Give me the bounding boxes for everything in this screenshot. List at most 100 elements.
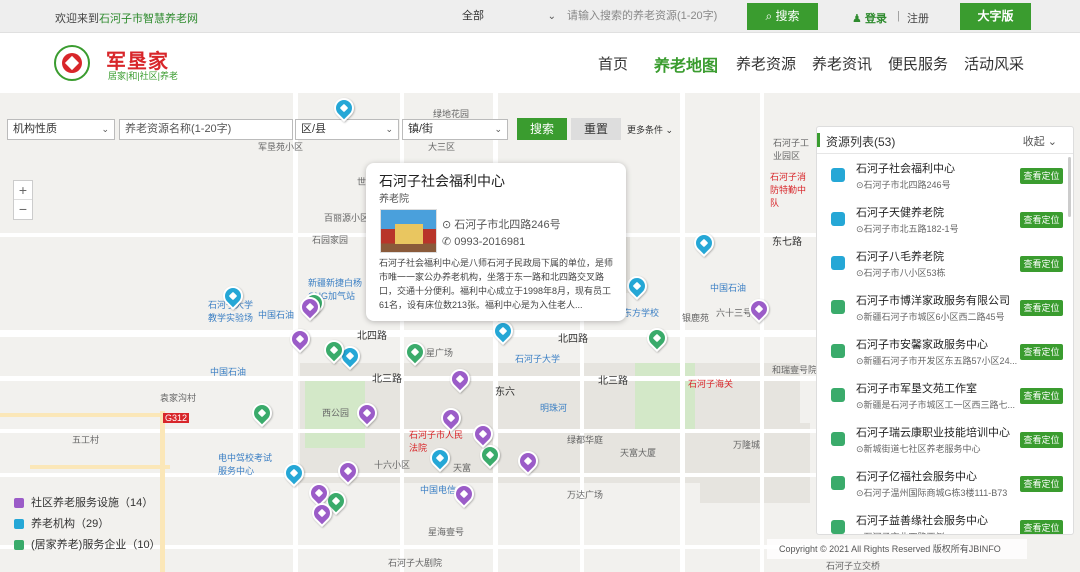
place-label: 星海壹号 [428,527,465,537]
place-label: 中国石油 [710,283,747,293]
zoom-in-button[interactable]: + [14,181,32,200]
nav-elderly-resources[interactable]: 养老资源 [736,53,796,74]
site-name-link[interactable]: 石河子市智慧养老网 [99,13,198,25]
title-accent [817,133,820,147]
resource-address: ⊙新城街道七社区养老服务中心 [856,442,1018,455]
resource-name[interactable]: 石河子市博洋家政服务有限公司 [856,292,1010,308]
locate-button[interactable]: 查看定位 [1020,300,1063,316]
place-label: 中国石油 [258,310,295,320]
chevron-down-icon: ⌄ [494,124,502,134]
road-label: 东七路 [772,237,802,248]
filter-reset-button[interactable]: 重置 [571,118,621,140]
district-filter-value: 区/县 [301,123,327,135]
locate-button[interactable]: 查看定位 [1020,476,1063,492]
home-care-company-marker[interactable] [247,398,277,428]
large-font-button[interactable]: 大字版 [960,3,1031,30]
legend-label: 养老机构（29） [31,518,110,530]
brand-subtitle: 居家|和|社区|养老 [108,71,179,81]
type-filter-value: 机构性质 [13,123,57,135]
resource-name-input[interactable]: 养老资源名称(1-20字) [119,119,293,140]
elderly-institution-marker[interactable] [329,93,359,123]
nav-activities[interactable]: 活动风采 [964,53,1024,74]
urban-area [700,423,810,503]
place-label: 军垦苑小区 [258,142,304,152]
highway-shield: G312 [163,413,190,423]
place-label: 石河子大剧院 [388,558,443,568]
highway [30,465,170,469]
street-filter-select[interactable]: 镇/街 ⌄ [402,119,508,140]
popup-phone-text: 0993-2016981 [454,236,526,248]
legend-item-institution[interactable]: 养老机构（29） [14,514,161,535]
resource-name[interactable]: 石河子八毛养老院 [856,248,944,264]
resource-name[interactable]: 石河子瑞云康职业技能培训中心 [856,424,1010,440]
resource-list-item[interactable]: 石河子瑞云康职业技能培训中心 ⊙新城街道七社区养老服务中心 查看定位 [817,418,1073,462]
place-label: 中国石油 [210,367,247,377]
place-label: 银鹿苑 [682,313,710,323]
popup-description: 石河子社会福利中心是八师石河子民政局下属的单位，是师市唯一一家公办养老机构，坐落… [379,258,614,310]
locate-button[interactable]: 查看定位 [1020,388,1063,404]
locate-button[interactable]: 查看定位 [1020,168,1063,184]
search-scope-select[interactable]: 全部 ⌄ [455,4,560,29]
more-conditions-toggle[interactable]: 更多条件 ⌄ [627,123,673,136]
type-filter-select[interactable]: 机构性质 ⌄ [7,119,115,140]
resource-list-item[interactable]: 石河子市博洋家政服务有限公司 ⊙新疆石河子市城区6小区西二路45号 查看定位 [817,286,1073,330]
top-search-input[interactable]: 请输入搜索的养老资源(1-20字) [560,4,746,29]
resource-list-item[interactable]: 石河子益善缘社会服务中心 ⊙石河子市北四路西侧查看定位 [817,506,1073,534]
legend-item-community[interactable]: 社区养老服务设施（14） [14,493,161,514]
resource-list-item[interactable]: 石河子八毛养老院 ⊙石河子市八小区53栋 查看定位 [817,242,1073,286]
nav-home[interactable]: 首页 [598,53,628,74]
legend-item-home-care[interactable]: (居家养老)服务企业（10） [14,535,161,556]
elderly-institution-icon [831,212,845,226]
nav-elderly-news[interactable]: 养老资讯 [812,53,872,74]
scrollbar[interactable] [1068,157,1071,217]
chevron-down-icon: ⌄ [1047,136,1057,148]
home-care-company-marker[interactable] [642,323,672,353]
resource-name[interactable]: 石河子市军垦文苑工作室 [856,380,977,396]
locate-button[interactable]: 查看定位 [1020,256,1063,272]
resource-name[interactable]: 石河子社会福利中心 [856,160,955,176]
login-label: 登录 [864,13,887,25]
resource-name[interactable]: 石河子亿福社会服务中心 [856,468,977,484]
nav-convenience-services[interactable]: 便民服务 [888,53,948,74]
resource-address: ⊙石河子市北五路182-1号 [856,222,1018,235]
register-link[interactable]: 注册 [907,10,929,26]
welcome-prefix: 欢迎来到 [55,13,99,25]
place-label: 袁家沟村 [160,393,197,403]
place-label: 万隆城 [733,440,761,450]
place-label: 石河子立交桥 [826,561,881,571]
collapse-toggle[interactable]: 收起 ⌄ [1023,133,1057,149]
district-filter-select[interactable]: 区/县 ⌄ [295,119,399,140]
resource-list-item[interactable]: 石河子市军垦文苑工作室 ⊙新疆是石河子市城区工一区西三路七... 查看定位 [817,374,1073,418]
location-pin-icon: ⊙ [856,356,864,366]
place-label: 石河子工业园区 [773,138,810,161]
place-label: 中国电信 [420,485,457,495]
resource-name[interactable]: 石河子天健养老院 [856,204,944,220]
location-pin-icon: ⊙ [856,400,864,410]
resource-name[interactable]: 石河子益善缘社会服务中心 [856,512,988,528]
locate-button[interactable]: 查看定位 [1020,344,1063,360]
popup-type: 养老院 [379,194,409,205]
top-search-button[interactable]: ⌕ 搜索 [747,3,818,30]
legend-label: 社区养老服务设施（14） [31,497,154,509]
home-care-company-marker[interactable] [400,337,430,367]
resource-address-text: 新疆是石河子市城区工一区西三路七... [863,400,1016,410]
zoom-out-button[interactable]: − [14,200,32,219]
resource-name[interactable]: 石河子市安馨家政服务中心 [856,336,988,352]
location-pin-icon: ⊙ [856,224,864,234]
locate-button[interactable]: 查看定位 [1020,520,1063,534]
locate-button[interactable]: 查看定位 [1020,212,1063,228]
filter-search-button[interactable]: 搜索 [517,118,567,140]
nav-elderly-map[interactable]: 养老地图 [654,52,718,76]
resource-list-item[interactable]: 石河子市安馨家政服务中心 ⊙新疆石河子市开发区东五路57小区24... 查看定位 [817,330,1073,374]
resource-address: ⊙石河子市北四路西侧 [856,530,1018,534]
resource-list-item[interactable]: 石河子社会福利中心 ⊙石河子市北四路246号 查看定位 [817,154,1073,198]
resource-list-item[interactable]: 石河子天健养老院 ⊙石河子市北五路182-1号 查看定位 [817,198,1073,242]
place-label: 石河子海关 [688,379,734,389]
map-canvas[interactable]: 北四路 北四路 北三路 北三路 东六 东七路 西公园 十六小区 百丽源小区 石园… [0,93,1080,572]
road-label: 东六 [495,387,515,398]
resource-address: ⊙新疆石河子市开发区东五路57小区24... [856,354,1018,367]
logo-icon[interactable] [54,45,90,81]
login-link[interactable]: ♟ 登录 [852,10,887,26]
resource-list-item[interactable]: 石河子亿福社会服务中心 ⊙石河子温州国际商城G栋3楼111-B73 查看定位 [817,462,1073,506]
locate-button[interactable]: 查看定位 [1020,432,1063,448]
